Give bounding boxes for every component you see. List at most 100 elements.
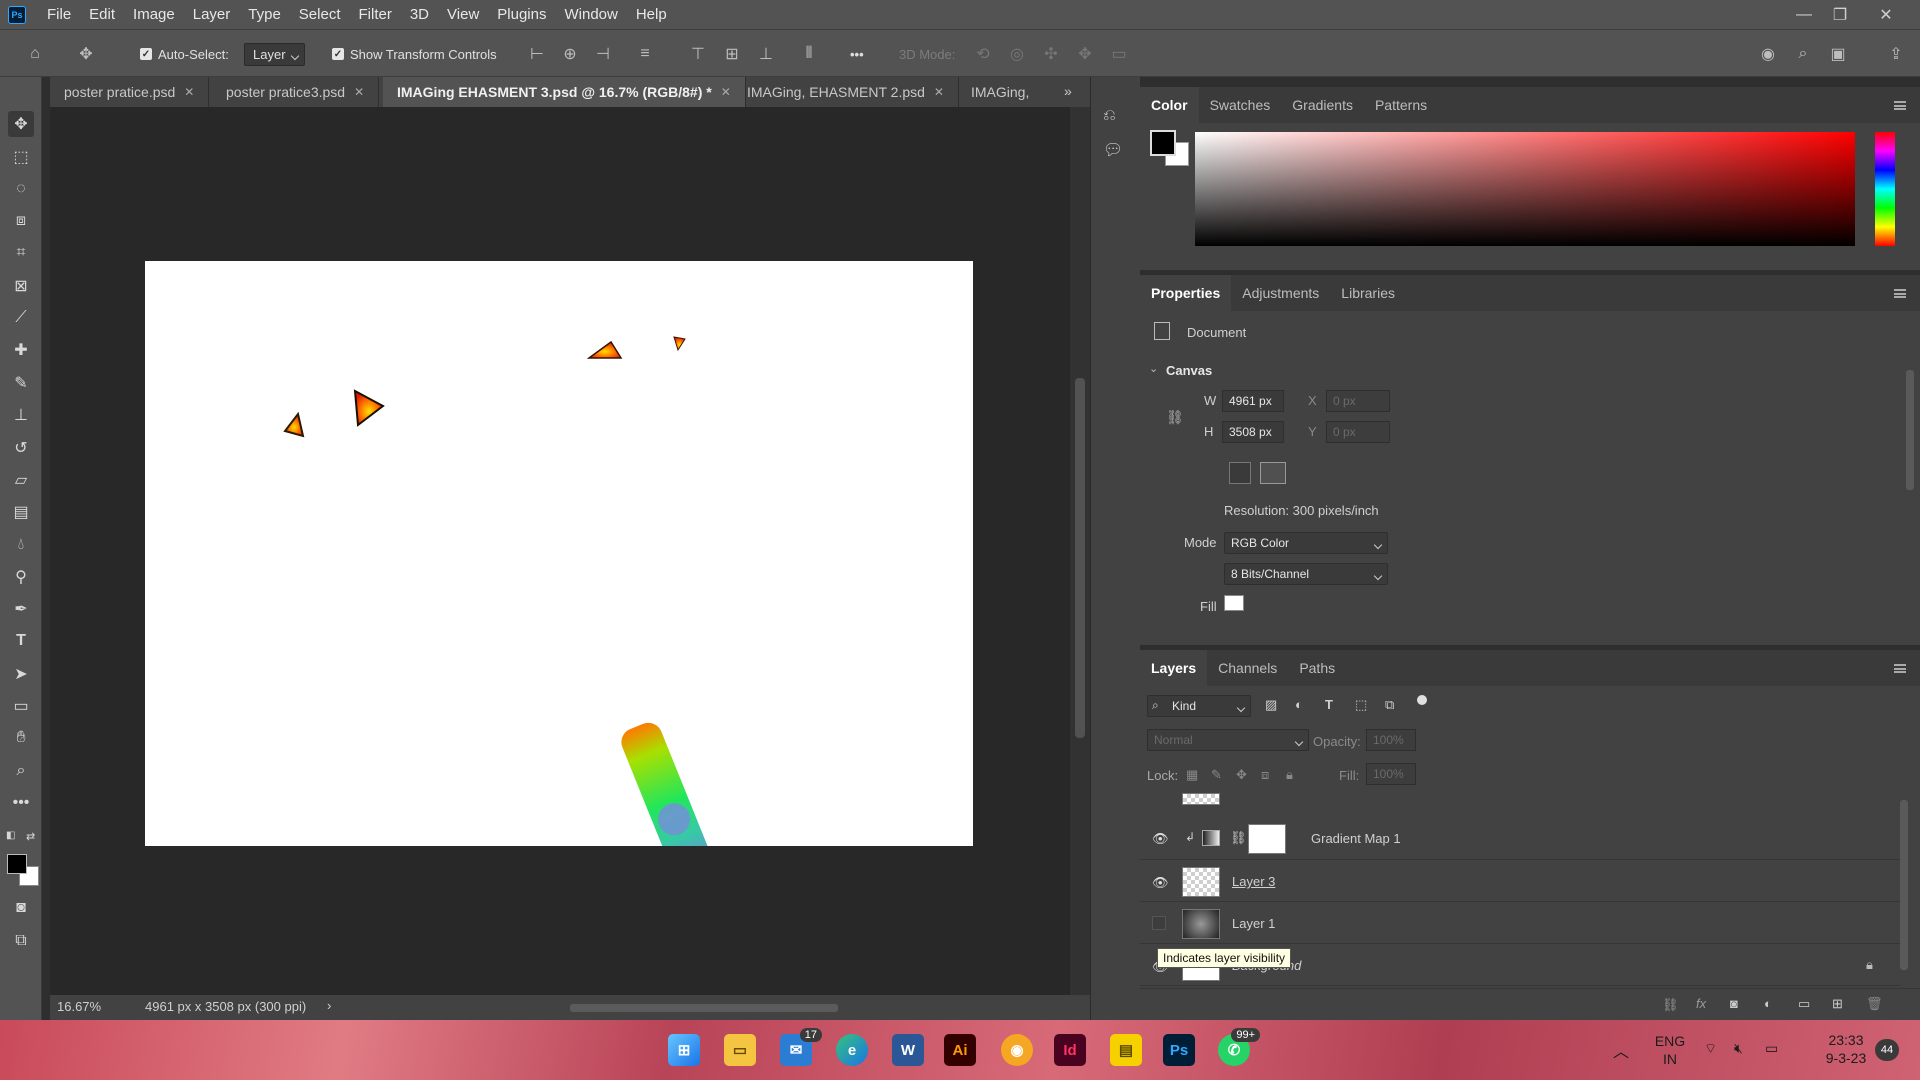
tab-properties[interactable]: Properties xyxy=(1140,275,1232,311)
share-icon[interactable]: ⇪ xyxy=(1884,42,1908,66)
show-hidden-icons-chevron-icon[interactable]: ︿ xyxy=(1613,1038,1629,1062)
menu-type[interactable]: Type xyxy=(239,0,290,29)
document-canvas[interactable] xyxy=(145,261,973,846)
lasso-tool-icon[interactable]: ◌ xyxy=(8,176,34,202)
lock-artboard-icon[interactable]: ⧈ xyxy=(1261,767,1269,783)
swap-colors-icon[interactable]: ⇄ xyxy=(26,830,38,843)
layer-mask-thumbnail[interactable] xyxy=(1248,824,1286,854)
3d-roll-icon[interactable]: ◎ xyxy=(1005,42,1029,66)
show-transform-controls-checkbox[interactable]: ✓ Show Transform Controls xyxy=(332,30,497,78)
tab-patterns[interactable]: Patterns xyxy=(1364,87,1438,123)
menu-select[interactable]: Select xyxy=(290,0,350,29)
layer-filter-dropdown[interactable]: Kind xyxy=(1147,695,1251,717)
brush-tool-icon[interactable]: ✎ xyxy=(8,370,34,396)
hue-slider[interactable] xyxy=(1875,132,1895,246)
chevron-down-icon[interactable]: ⌄ xyxy=(1149,362,1158,375)
tab-poster-pratice3[interactable]: poster pratice3.psd ✕ xyxy=(212,77,380,107)
layer-name[interactable]: Layer 1 xyxy=(1232,916,1275,931)
filter-toggle-icon[interactable] xyxy=(1417,695,1427,705)
filter-adjustment-icon[interactable]: ◐ xyxy=(1295,697,1303,712)
visibility-eye-icon[interactable]: 👁︎ xyxy=(1152,831,1169,846)
search-icon[interactable]: ⌕ xyxy=(1791,42,1815,66)
path-selection-tool-icon[interactable]: ➤ xyxy=(8,661,34,687)
whatsapp-icon[interactable]: ✆ 99+ xyxy=(1218,1028,1260,1066)
fx-icon[interactable]: fx xyxy=(1696,996,1706,1011)
horizontal-scrollbar-thumb[interactable] xyxy=(570,1004,838,1012)
eyedropper-tool-icon[interactable]: ⟋ xyxy=(8,305,34,331)
link-layers-icon[interactable]: ⛓ xyxy=(1662,997,1679,1013)
battery-icon[interactable]: ▭ xyxy=(1765,1040,1778,1057)
delete-layer-icon[interactable]: 🗑︎ xyxy=(1866,996,1883,1012)
history-icon[interactable]: ⎌ xyxy=(1103,107,1116,125)
foreground-color-chip[interactable] xyxy=(1150,130,1176,156)
blend-mode-dropdown[interactable]: Normal xyxy=(1147,729,1309,751)
opacity-field[interactable]: 100% xyxy=(1366,729,1416,751)
saturation-brightness-field[interactable] xyxy=(1195,132,1855,246)
volume-muted-icon[interactable]: 🔇︎ xyxy=(1734,1040,1743,1057)
layer-name[interactable]: Gradient Map 1 xyxy=(1311,831,1401,846)
rectangle-tool-icon[interactable]: ▭ xyxy=(8,693,34,719)
wifi-icon[interactable]: ⌔ xyxy=(1704,1040,1717,1058)
link-dimensions-icon[interactable]: ⛓ xyxy=(1166,409,1184,426)
account-icon[interactable]: ◉ xyxy=(1756,42,1780,66)
history-brush-tool-icon[interactable]: ↺ xyxy=(8,435,34,461)
type-tool-icon[interactable]: T xyxy=(8,628,34,654)
panel-menu-icon[interactable] xyxy=(1894,289,1906,298)
layer-row-layer-1[interactable]: Layer 1 xyxy=(1140,904,1900,944)
fill-color-swatch[interactable] xyxy=(1224,595,1244,611)
height-field[interactable]: 3508 px xyxy=(1222,421,1284,443)
layer-name[interactable]: Layer 3 xyxy=(1232,874,1275,889)
distribute-vertical-icon[interactable]: ⦀ xyxy=(797,42,821,66)
auto-select-target-dropdown[interactable]: Layer xyxy=(244,42,305,66)
notification-count-badge[interactable]: 44 xyxy=(1875,1039,1899,1061)
layer-row-layer-3[interactable]: 👁︎ Layer 3 xyxy=(1140,862,1900,902)
lock-paint-icon[interactable]: ✎ xyxy=(1211,767,1222,783)
crop-tool-icon[interactable]: ⌗ xyxy=(8,240,34,266)
move-tool-preset-icon[interactable]: ✥ xyxy=(74,42,98,66)
menu-help[interactable]: Help xyxy=(627,0,676,29)
tab-paths[interactable]: Paths xyxy=(1288,650,1346,686)
menu-filter[interactable]: Filter xyxy=(350,0,401,29)
hand-tool-icon[interactable]: ✋︎ xyxy=(8,725,34,751)
restore-button[interactable]: ❐ xyxy=(1822,0,1858,29)
comments-icon[interactable]: 💬︎ xyxy=(1103,140,1123,160)
tab-imaging[interactable]: IMAGing, xyxy=(957,77,1043,107)
3d-slide-icon[interactable]: ✥ xyxy=(1073,42,1097,66)
layers-scrollbar[interactable] xyxy=(1900,800,1908,970)
3d-pan-icon[interactable]: ✣ xyxy=(1039,42,1063,66)
edit-toolbar-icon[interactable]: ••• xyxy=(8,790,34,816)
default-colors-icon[interactable]: ◧ xyxy=(6,830,18,842)
menu-plugins[interactable]: Plugins xyxy=(488,0,555,29)
tab-imaging-ehasment-3[interactable]: IMAGing EHASMENT 3.psd @ 16.7% (RGB/8#) … xyxy=(383,77,746,107)
auto-select-checkbox[interactable]: ✓ Auto-Select: xyxy=(140,30,229,78)
zoom-level[interactable]: 16.67% xyxy=(57,999,117,1014)
landscape-orientation-icon[interactable] xyxy=(1260,462,1286,484)
menu-edit[interactable]: Edit xyxy=(80,0,124,29)
menu-image[interactable]: Image xyxy=(124,0,184,29)
start-icon[interactable]: ⊞ xyxy=(668,1034,700,1066)
lock-position-icon[interactable]: ✥ xyxy=(1236,767,1247,783)
edge-icon[interactable]: e xyxy=(836,1034,868,1066)
properties-scrollbar[interactable] xyxy=(1906,370,1914,490)
lock-all-icon[interactable]: 🔒︎ xyxy=(1286,767,1293,783)
align-right-icon[interactable]: ⊣ xyxy=(591,42,615,66)
pen-tool-icon[interactable]: ✒ xyxy=(8,596,34,622)
photoshop-taskbar-icon[interactable]: Ps xyxy=(1163,1034,1195,1066)
tab-imaging-ehasment-2[interactable]: IMAGing, EHASMENT 2.psd ✕ xyxy=(733,77,959,107)
visibility-eye-icon[interactable]: 👁︎ xyxy=(1152,875,1169,890)
align-top-icon[interactable]: ⊤ xyxy=(686,42,710,66)
close-icon[interactable]: ✕ xyxy=(721,85,731,99)
dodge-tool-icon[interactable]: ⚲ xyxy=(8,564,34,590)
y-field[interactable]: 0 px xyxy=(1326,421,1390,443)
move-tool-icon[interactable]: ✥ xyxy=(8,111,34,137)
3d-orbit-icon[interactable]: ⟲ xyxy=(971,42,995,66)
canvas-vertical-scrollbar[interactable] xyxy=(1070,107,1090,995)
file-explorer-icon[interactable]: ▭ xyxy=(724,1034,756,1066)
clone-stamp-tool-icon[interactable]: ⊥ xyxy=(8,402,34,428)
clock[interactable]: 23:33 9-3-23 xyxy=(1810,1031,1882,1067)
mask-link-icon[interactable]: ⛓ xyxy=(1230,830,1247,846)
tab-adjustments[interactable]: Adjustments xyxy=(1231,275,1330,311)
home-icon[interactable]: ⌂ xyxy=(23,42,47,66)
tab-color[interactable]: Color xyxy=(1140,87,1199,123)
status-arrow-icon[interactable]: › xyxy=(327,998,331,1013)
